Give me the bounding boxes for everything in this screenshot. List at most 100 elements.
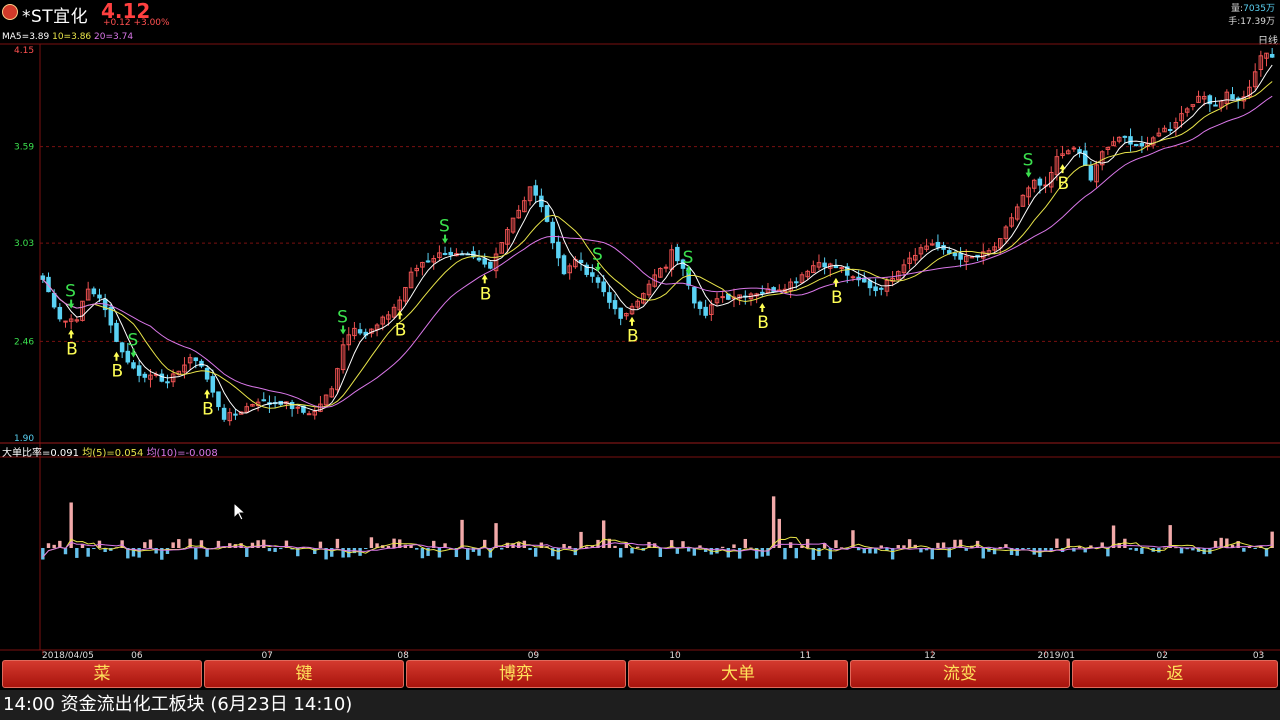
indicator-bar xyxy=(930,548,934,560)
indicator-bar xyxy=(890,548,895,560)
hands-value: 17.39万 xyxy=(1240,17,1275,27)
indicator-bar xyxy=(907,539,912,548)
volume-value: 7035万 xyxy=(1243,4,1275,14)
menu-button-dadan[interactable]: 大单 xyxy=(628,660,848,688)
candle-body xyxy=(114,322,119,342)
buy-signal-label: B xyxy=(66,339,78,359)
candle-body xyxy=(488,261,493,269)
indicator-bar xyxy=(681,541,685,548)
candle-body xyxy=(216,391,221,408)
price-axis-labels: 4.15 3.59 3.03 2.46 1.90 xyxy=(14,46,34,444)
candle-body xyxy=(946,250,952,254)
indicator-bar xyxy=(868,548,872,554)
buy-signal-label: B xyxy=(111,362,123,382)
sell-signal-label: S xyxy=(439,217,450,237)
indicator-bar xyxy=(618,548,623,558)
quote-header: *ST宜化 4.12 +0.12 +3.00% 量:7035万 手:17.39万 xyxy=(0,0,1280,30)
candle-body xyxy=(1122,135,1128,138)
indicator-bar xyxy=(771,496,776,548)
buy-arrow-icon xyxy=(68,329,75,339)
candle-body xyxy=(958,252,963,260)
indicator-bar xyxy=(1247,546,1252,548)
indicator-bar xyxy=(262,539,266,548)
date-tick-label: 2019/01 xyxy=(1038,651,1075,658)
indicator-layer xyxy=(41,496,1274,560)
price-tick-label: 2.46 xyxy=(14,337,34,347)
news-status-bar[interactable]: 14:00 资金流出化工板块 (6月23日 14:10) xyxy=(0,690,1280,720)
candle-body xyxy=(539,195,544,208)
date-tick-label: 11 xyxy=(800,651,811,658)
candle-body xyxy=(952,252,958,257)
indicator-bar xyxy=(52,544,56,548)
candle-body xyxy=(40,275,46,280)
indicator-bar xyxy=(194,548,198,560)
indicator-bar xyxy=(936,542,940,548)
indicator-bar xyxy=(630,548,634,554)
indicator-bar xyxy=(613,545,617,548)
indicator-bar xyxy=(1021,548,1025,550)
indicator-bar xyxy=(318,541,323,548)
hands-label: 手: xyxy=(1228,17,1241,27)
grid-layer xyxy=(0,43,1280,651)
menu-button-back[interactable]: 返 xyxy=(1072,660,1278,688)
candle-body xyxy=(1088,165,1094,181)
menu-button-caidan[interactable]: 菜 xyxy=(2,660,202,688)
indicator-name: 大单比率=0.091 xyxy=(2,448,80,459)
candle-body xyxy=(131,362,136,369)
indicator-bar xyxy=(245,548,249,557)
indicator-bar xyxy=(1134,548,1138,551)
indicator-bar xyxy=(165,548,170,554)
indicator-bar xyxy=(856,548,861,551)
indicator-bar xyxy=(386,545,391,548)
price-tick-label: 3.59 xyxy=(14,143,34,153)
indicator-bar xyxy=(341,548,345,558)
candle-body xyxy=(692,287,697,304)
indicator-bar xyxy=(726,548,731,558)
menu-button-liubian[interactable]: 流变 xyxy=(850,660,1070,688)
candle-body xyxy=(561,255,567,275)
indicator-bar xyxy=(941,542,946,548)
indicator-bar xyxy=(267,548,272,552)
indicator-avg10-line xyxy=(42,541,1273,558)
candle-body xyxy=(482,258,487,265)
candle-body xyxy=(159,373,165,382)
kline-chart[interactable]: 4.153.593.032.461.90 SBBSBSBSBSBSBBSB 20… xyxy=(0,30,1280,658)
indicator-bar xyxy=(720,546,725,548)
candle-body xyxy=(595,277,601,283)
candle-body xyxy=(51,292,57,308)
indicator-bar xyxy=(46,543,51,548)
indicator-bar xyxy=(902,545,906,548)
candle-body xyxy=(165,381,170,384)
indicator-bar xyxy=(534,548,538,557)
indicator-bar xyxy=(143,542,147,548)
indicator-bar xyxy=(805,538,810,548)
sell-signal-label: S xyxy=(1023,151,1034,171)
indicator-bar xyxy=(1043,548,1048,551)
menu-button-boyi[interactable]: 博弈 xyxy=(406,660,626,688)
indicator-bar xyxy=(567,546,572,548)
indicator-bar xyxy=(556,548,561,560)
indicator-bar xyxy=(743,538,748,548)
indicator-bar xyxy=(992,548,997,555)
candle-body xyxy=(867,280,873,289)
indicator-bar xyxy=(148,539,153,548)
candle-body xyxy=(1139,142,1145,147)
menu-button-jian[interactable]: 键 xyxy=(204,660,404,688)
candle-layer xyxy=(40,47,1275,426)
indicator-bar xyxy=(692,548,697,556)
candle-body xyxy=(1037,178,1043,186)
candle-body xyxy=(261,399,267,402)
candle-body xyxy=(221,407,227,420)
indicator-bar xyxy=(488,548,493,558)
buy-signal-label: B xyxy=(202,399,214,419)
candle-body xyxy=(794,281,799,284)
indicator-bar xyxy=(63,548,68,555)
candle-body xyxy=(1230,94,1235,100)
sell-signal-label: S xyxy=(683,248,694,268)
indicator-bar xyxy=(1026,548,1031,550)
candle-body xyxy=(697,301,703,309)
app-logo-icon xyxy=(2,4,18,20)
candle-body xyxy=(720,296,725,299)
ma5-line xyxy=(42,64,1273,414)
indicator-bar xyxy=(1168,525,1172,548)
